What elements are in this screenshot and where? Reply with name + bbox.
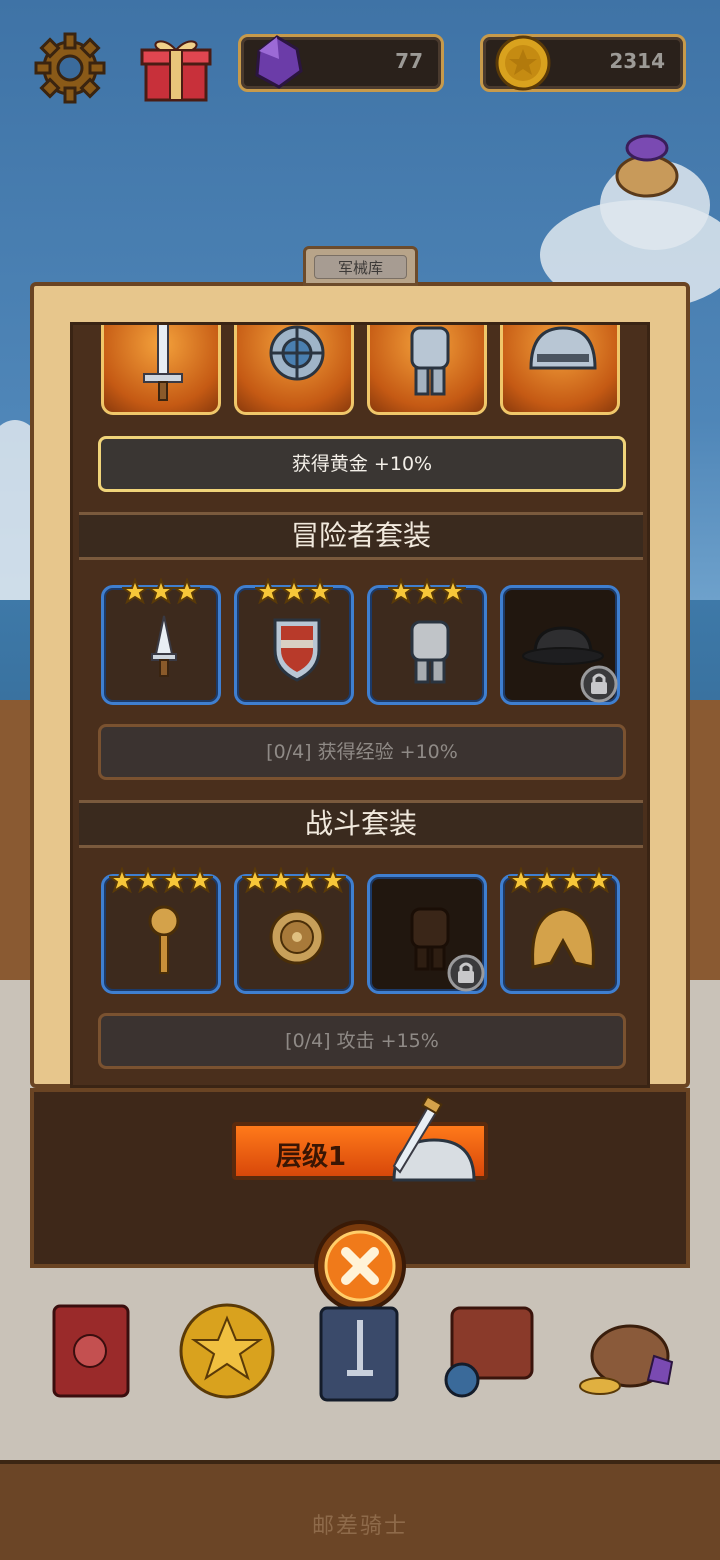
star-icon (174, 578, 200, 604)
loot-sack-button[interactable] (612, 130, 682, 200)
star-icon (560, 867, 586, 893)
equipment-slot-shield[interactable] (234, 325, 354, 415)
backpack-icon (444, 1306, 534, 1398)
card-sword-icon (319, 1306, 399, 1402)
nav-book-button[interactable] (40, 1296, 150, 1406)
armory-scroll-area[interactable]: 获得黄金 +10% 冒险者套装 [0/4] 获得经验 +10% 战斗套装 [0/… (70, 322, 650, 1088)
equipment-slot-helmet[interactable] (500, 325, 620, 415)
round-shield-icon (269, 909, 325, 965)
star-icon (320, 867, 346, 893)
adventurer-set-title: 冒险者套装 (79, 512, 643, 560)
star-icon (440, 578, 466, 604)
equipment-slot-armor[interactable] (367, 578, 487, 705)
equipment-slot-gold-helmet[interactable] (500, 867, 620, 994)
lock-icon (580, 665, 618, 703)
star-icon (294, 867, 320, 893)
equipment-slot-armor[interactable] (367, 325, 487, 415)
equipment-slot-dagger[interactable] (101, 578, 221, 705)
star-icon (268, 867, 294, 893)
star-rating (370, 578, 484, 604)
star-rating (104, 867, 218, 893)
sack-icon (615, 134, 679, 198)
gold-counter: 2314 (480, 34, 686, 92)
helmet-icon (529, 326, 597, 370)
equipment-slot-sword[interactable] (101, 325, 221, 415)
star-icon (187, 867, 213, 893)
star-icon (534, 867, 560, 893)
star-icon (109, 867, 135, 893)
star-icon (281, 578, 307, 604)
treasure-icon (579, 1324, 674, 1395)
helmet-dagger-icon (392, 1096, 476, 1182)
equipment-slot-round-shield[interactable] (234, 867, 354, 994)
nav-backpack-button[interactable] (440, 1296, 550, 1406)
adventurer-set-bonus: [0/4] 获得经验 +10% (98, 724, 626, 780)
bottom-bar: 邮差骑士 (0, 1460, 720, 1560)
equipment-slot-armor[interactable] (367, 874, 487, 994)
round-shield-icon (269, 325, 325, 381)
gem-counter: 77 (238, 34, 444, 92)
star-icon (122, 578, 148, 604)
armor-icon (410, 326, 450, 396)
star-icon (508, 867, 534, 893)
gold-helmet-icon (531, 907, 595, 969)
battle-set-title: 战斗套装 (79, 800, 643, 848)
star-rating (237, 578, 351, 604)
star-icon (135, 867, 161, 893)
star-icon (255, 578, 281, 604)
star-icon (161, 867, 187, 893)
equipment-slot-cap-helmet[interactable] (500, 585, 620, 705)
gem-count: 77 (395, 49, 423, 73)
armor-icon (410, 620, 450, 684)
gold-count: 2314 (609, 49, 665, 73)
mace-icon (148, 905, 180, 974)
battle-set-bonus: [0/4] 攻击 +15% (98, 1013, 626, 1069)
nav-armory-button[interactable] (305, 1296, 415, 1406)
star-rating (104, 578, 218, 604)
equipment-slot-mace[interactable] (101, 867, 221, 994)
panel-title: 军械库 (314, 255, 407, 279)
book-icon (52, 1304, 130, 1398)
level-label: 层级1 (276, 1142, 347, 1172)
game-title-label: 邮差骑士 (311, 1514, 408, 1539)
nav-coin-button[interactable] (172, 1296, 282, 1406)
coin-icon (179, 1303, 275, 1399)
star-icon (307, 578, 333, 604)
star-icon (388, 578, 414, 604)
star-rating (503, 867, 617, 893)
settings-button[interactable] (32, 30, 108, 106)
gift-icon (140, 40, 212, 102)
legendary-set-bonus: 获得黄金 +10% (98, 436, 626, 492)
panel-title-tab: 军械库 (303, 246, 418, 286)
star-icon (414, 578, 440, 604)
sword-icon (143, 325, 183, 401)
equipment-slot-shield[interactable] (234, 578, 354, 705)
gem-icon (255, 35, 303, 89)
star-icon (242, 867, 268, 893)
star-rating (237, 867, 351, 893)
dagger-icon (151, 615, 177, 677)
gift-button[interactable] (138, 30, 214, 106)
nav-treasure-button[interactable] (574, 1296, 684, 1406)
lock-icon (447, 954, 485, 992)
shield-icon (273, 618, 321, 682)
star-icon (586, 867, 612, 893)
gear-icon (34, 32, 106, 104)
star-icon (148, 578, 174, 604)
coin-icon (495, 35, 551, 91)
